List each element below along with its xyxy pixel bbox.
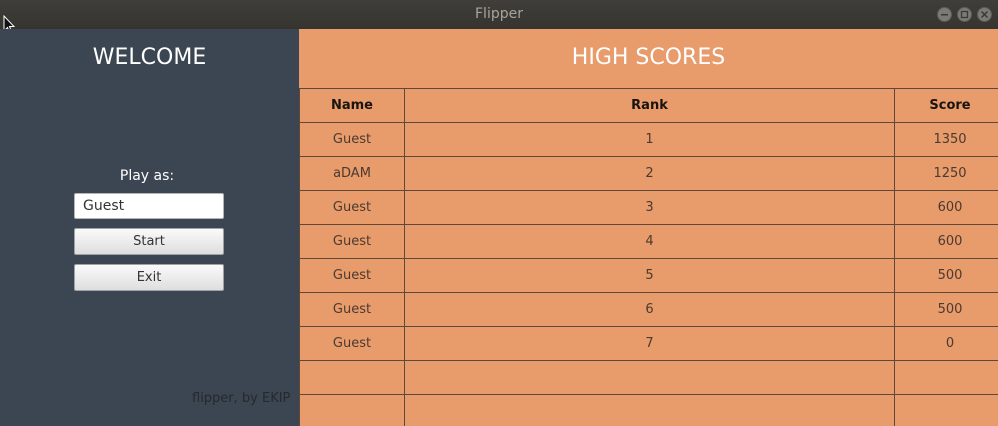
cell-score: 1350 [894, 122, 998, 157]
close-icon [980, 10, 989, 19]
high-scores-heading: HIGH SCORES [571, 45, 726, 70]
cell-score: 1250 [894, 156, 998, 191]
cell-score: 600 [894, 224, 998, 259]
cell-rank: 5 [404, 258, 895, 293]
start-button[interactable]: Start [74, 228, 224, 255]
cell-score [894, 394, 998, 426]
cell-rank: 1 [404, 122, 895, 157]
window-title: Flipper [475, 6, 523, 22]
cell-score: 500 [894, 258, 998, 293]
cell-score: 500 [894, 292, 998, 327]
cell-rank: 7 [404, 326, 895, 361]
cell-name: Guest [299, 258, 405, 293]
cell-name [299, 394, 405, 426]
cell-name: aDAM [299, 156, 405, 191]
cell-score [894, 360, 998, 395]
high-scores-panel: HIGH SCORES Name Rank Score Guest 1 1350… [299, 29, 998, 426]
column-header-name[interactable]: Name [299, 88, 405, 123]
window-titlebar[interactable]: Flipper [0, 0, 998, 29]
welcome-heading: WELCOME [92, 45, 207, 70]
maximize-button[interactable] [957, 7, 972, 22]
cell-score: 600 [894, 190, 998, 225]
close-button[interactable] [977, 7, 992, 22]
cell-rank: 2 [404, 156, 895, 191]
cell-name: Guest [299, 224, 405, 259]
table-row[interactable]: Guest 5 500 [299, 258, 998, 293]
welcome-panel: WELCOME Play as: Start Exit flipper, by … [0, 29, 299, 426]
table-row-empty[interactable] [299, 394, 998, 426]
table-row[interactable]: aDAM 2 1250 [299, 156, 998, 191]
cell-rank [404, 394, 895, 426]
table-row-empty[interactable] [299, 360, 998, 395]
cell-score: 0 [894, 326, 998, 361]
play-as-label: Play as: [119, 168, 175, 184]
cell-name: Guest [299, 326, 405, 361]
cell-name: Guest [299, 190, 405, 225]
cell-rank: 4 [404, 224, 895, 259]
credit-text: flipper, by EKIP [192, 391, 291, 406]
table-row[interactable]: Guest 4 600 [299, 224, 998, 259]
maximize-icon [960, 10, 969, 19]
column-header-rank[interactable]: Rank [404, 88, 895, 123]
table-header-row: Name Rank Score [299, 88, 998, 123]
high-scores-table: Name Rank Score Guest 1 1350 aDAM 2 1250… [299, 88, 998, 426]
table-row[interactable]: Guest 7 0 [299, 326, 998, 361]
player-name-input[interactable] [74, 193, 224, 219]
cell-rank: 3 [404, 190, 895, 225]
cell-rank [404, 360, 895, 395]
cell-rank: 6 [404, 292, 895, 327]
minimize-button[interactable] [937, 7, 952, 22]
table-row[interactable]: Guest 1 1350 [299, 122, 998, 157]
cell-name: Guest [299, 122, 405, 157]
minimize-icon [941, 14, 948, 16]
exit-button[interactable]: Exit [74, 264, 224, 291]
table-row[interactable]: Guest 3 600 [299, 190, 998, 225]
column-header-score[interactable]: Score [894, 88, 998, 123]
cell-name: Guest [299, 292, 405, 327]
table-row[interactable]: Guest 6 500 [299, 292, 998, 327]
cell-name [299, 360, 405, 395]
